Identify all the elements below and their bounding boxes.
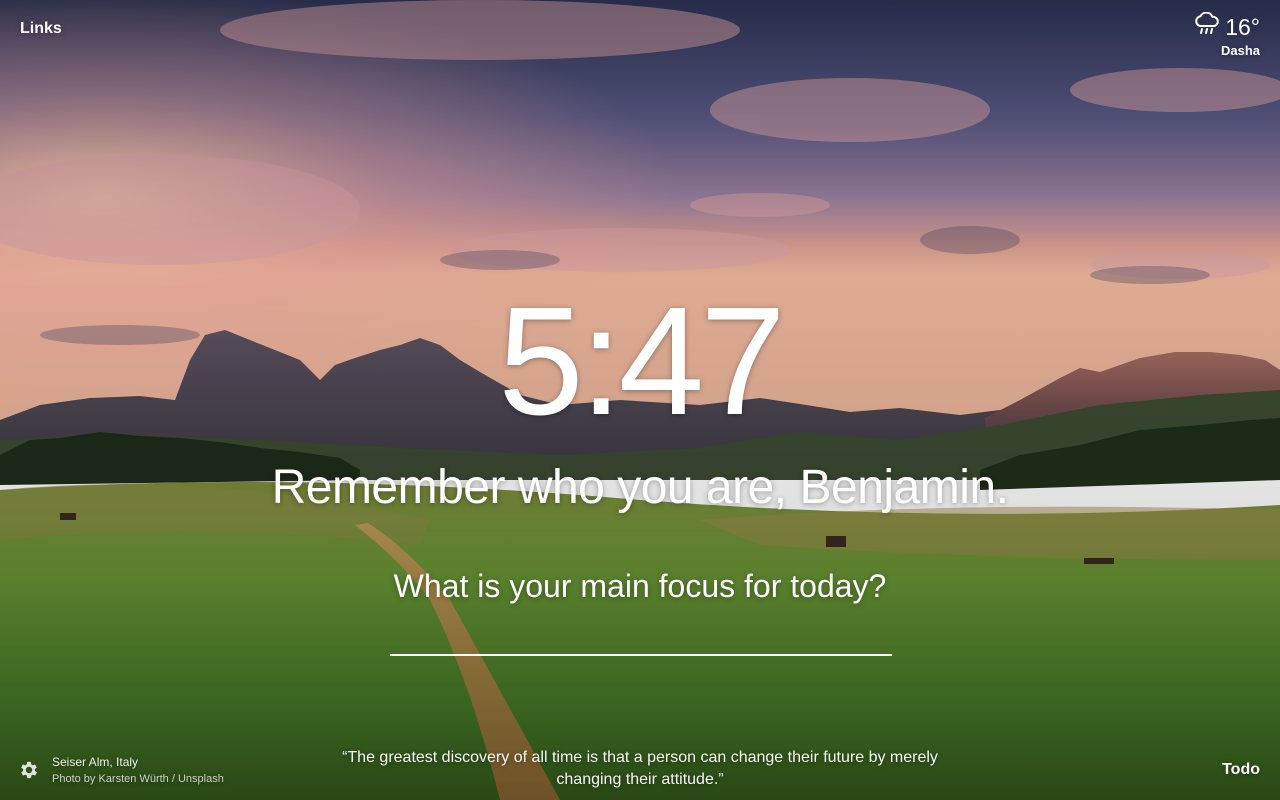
gear-icon[interactable]	[18, 759, 40, 781]
photo-location[interactable]: Seiser Alm, Italy	[52, 754, 224, 771]
weather-row: 16°	[1193, 11, 1260, 41]
photo-credit[interactable]: Photo by Karsten Würth / Unsplash	[52, 771, 224, 788]
links-button[interactable]: Links	[20, 20, 62, 38]
weather-temperature: 16°	[1225, 13, 1260, 40]
weather-widget[interactable]: 16° Dasha	[1193, 11, 1260, 58]
quote-text[interactable]: “The greatest discovery of all time is t…	[340, 747, 940, 791]
photo-info[interactable]: Seiser Alm, Italy Photo by Karsten Würth…	[52, 754, 224, 788]
todo-button[interactable]: Todo	[1222, 761, 1260, 779]
greeting-text: Remember who you are, Benjamin.	[271, 461, 1009, 514]
clock-time: 5:47	[498, 275, 786, 447]
focus-prompt: What is your main focus for today?	[393, 568, 887, 604]
weather-location: Dasha	[1220, 43, 1260, 58]
cloud-rain-icon	[1193, 11, 1221, 41]
focus-input[interactable]	[390, 612, 892, 656]
momentum-new-tab: Links 16° Dasha 5:47 Remember who you ar…	[0, 0, 1280, 800]
